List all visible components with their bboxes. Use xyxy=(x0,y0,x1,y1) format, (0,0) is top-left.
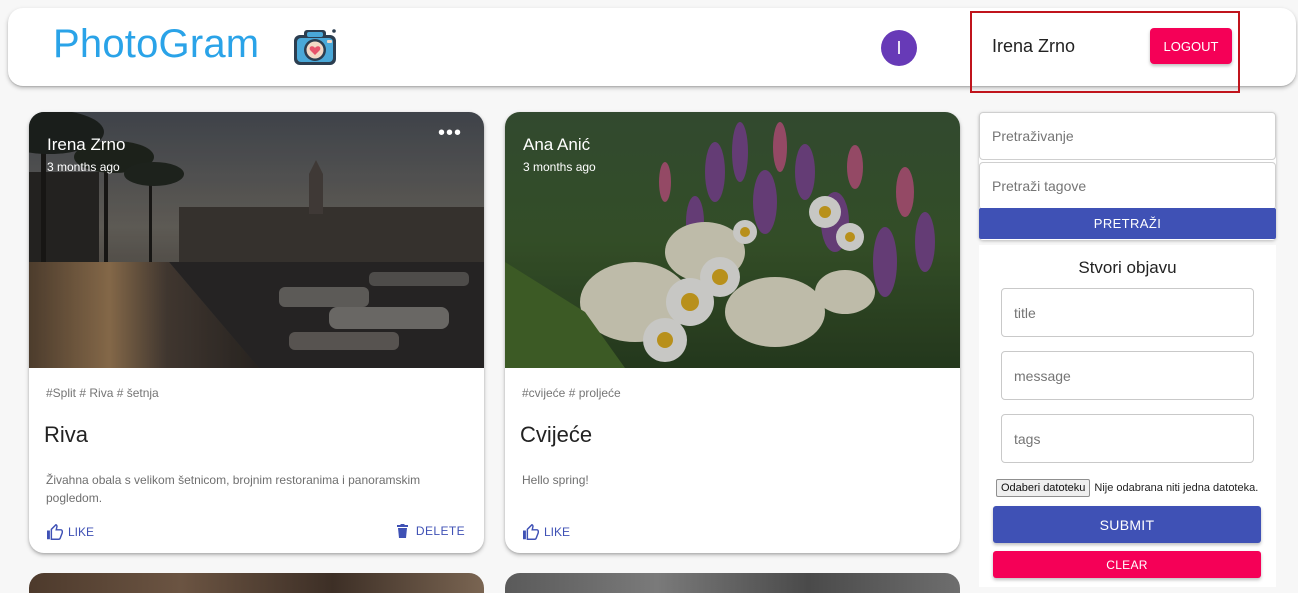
clear-button[interactable]: CLEAR xyxy=(993,551,1261,578)
camera-heart-icon xyxy=(294,29,336,65)
submit-button[interactable]: SUBMIT xyxy=(993,506,1261,543)
post-title: Riva xyxy=(44,422,89,447)
post-card-partial xyxy=(29,573,484,593)
user-name: Irena Zrno xyxy=(992,36,1076,56)
like-button[interactable]: LIKE xyxy=(46,524,94,540)
more-horizontal-icon[interactable]: ••• xyxy=(438,123,462,143)
tags-field[interactable] xyxy=(1001,414,1254,463)
choose-file-button[interactable]: Odaberi datoteku xyxy=(996,479,1091,497)
post-time: 3 months ago xyxy=(47,160,120,174)
like-label: LIKE xyxy=(544,525,571,539)
post-card: Ana Anić 3 months ago #cvijeće # proljeć… xyxy=(505,112,960,553)
post-time: 3 months ago xyxy=(523,160,596,174)
file-picker: Odaberi datoteku Nije odabrana niti jedn… xyxy=(996,479,1258,497)
title-field[interactable] xyxy=(1001,288,1254,337)
search-button[interactable]: PRETRAŽI xyxy=(979,208,1276,239)
search-panel: PRETRAŽI xyxy=(979,112,1276,240)
post-author: Ana Anić xyxy=(523,135,591,154)
post-title: Cvijeće xyxy=(520,422,593,447)
trash-icon xyxy=(396,524,408,538)
create-post-form: Stvori objavu Odaberi datoteku Nije odab… xyxy=(979,245,1276,587)
post-tags: #cvijeće # proljeće xyxy=(522,386,621,400)
post-message: Živahna obala s velikom šetnicom, brojni… xyxy=(46,473,421,505)
search-tags-input[interactable] xyxy=(979,162,1276,210)
file-status: Nije odabrana niti jedna datoteka. xyxy=(1094,482,1259,494)
search-input[interactable] xyxy=(979,112,1276,160)
logout-button[interactable]: LOGOUT xyxy=(1150,28,1232,64)
post-author: Irena Zrno xyxy=(47,135,126,154)
like-button[interactable]: LIKE xyxy=(522,524,570,540)
post-message: Hello spring! xyxy=(522,473,589,487)
avatar[interactable]: I xyxy=(881,30,917,66)
post-tags: #Split # Riva # šetnja xyxy=(46,386,159,400)
message-field[interactable] xyxy=(1001,351,1254,400)
brand-title[interactable]: PhotoGram xyxy=(53,22,259,67)
delete-button[interactable]: DELETE xyxy=(396,524,465,538)
form-title: Stvori objavu xyxy=(1078,258,1177,277)
like-label: LIKE xyxy=(68,525,95,539)
post-card: Irena Zrno 3 months ago ••• #Split # Riv… xyxy=(29,112,484,553)
thumb-up-icon xyxy=(523,524,539,540)
delete-label: DELETE xyxy=(415,524,465,538)
app-bar: PhotoGram I Irena Zrno LOGOUT xyxy=(8,8,1296,93)
post-card-partial xyxy=(505,573,960,593)
thumb-up-icon xyxy=(47,524,63,540)
